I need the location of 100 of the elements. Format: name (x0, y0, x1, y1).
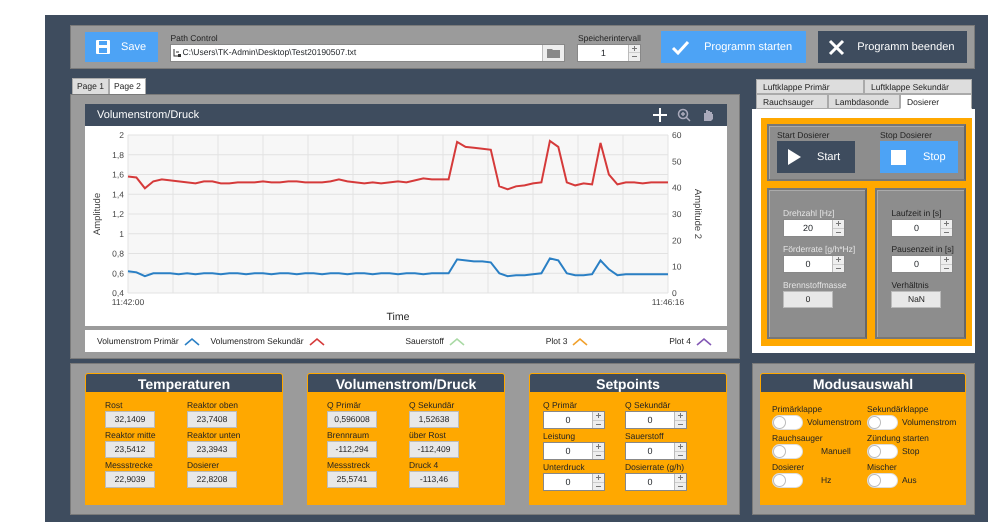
field-label: Q Primär (327, 400, 362, 411)
toggle-switch[interactable] (772, 444, 803, 459)
plus-icon (596, 413, 601, 418)
checkmark-icon (671, 39, 690, 55)
plus-icon (678, 444, 683, 450)
plus-icon (836, 257, 841, 262)
field-label: Rost (105, 400, 124, 411)
value-display: 23,3943 (187, 441, 237, 458)
panel-tab[interactable]: Luftklappe Primär (756, 79, 864, 94)
increment-button[interactable] (941, 220, 952, 228)
increment-button[interactable] (833, 220, 844, 228)
legend-label: Sauerstoff (405, 336, 444, 346)
axis-title: Time (386, 311, 410, 323)
path-field[interactable]: C:\Users\TK-Admin\Desktop\Test20190507.txt (170, 44, 566, 62)
increment-button[interactable] (593, 412, 604, 420)
minus-icon (678, 484, 683, 489)
increment-button[interactable] (675, 412, 686, 420)
tick-label: 0 (672, 288, 677, 298)
toggle-switch[interactable] (867, 444, 898, 459)
field-label: über Rost (409, 430, 447, 441)
legend-label: Plot 4 (669, 336, 691, 346)
increment-button[interactable] (941, 256, 952, 264)
field-label: Q Primär (543, 400, 578, 411)
tick-label: 10 (672, 262, 682, 272)
tick-label: 1,4 (112, 189, 124, 200)
minus-icon (836, 266, 841, 271)
field-label: Q Sekundär (409, 400, 456, 411)
panel-tab[interactable]: Rauchsauger (756, 94, 828, 109)
interval-field[interactable]: 1 (577, 44, 642, 62)
field-label: Verhältnis (891, 280, 930, 291)
switch-state-label: Volumenstrom (902, 417, 956, 428)
tick-label: 0,4 (112, 288, 124, 298)
field-label: Messstreck (327, 460, 371, 471)
increment-button[interactable] (675, 443, 686, 452)
chart-title: Volumenstrom/Druck (97, 108, 200, 123)
minus-icon (678, 452, 683, 458)
value-display: -112,409 (409, 441, 459, 458)
field-label: Stop Dosierer (880, 130, 933, 141)
field-label: Drehzahl [Hz] (783, 208, 836, 219)
value-display: 22,8208 (187, 471, 237, 488)
minus-icon (596, 422, 601, 427)
numeric-field[interactable]: 0 (625, 442, 687, 460)
tick-label: 1,2 (112, 209, 124, 219)
tick-label: 60 (672, 130, 682, 140)
legend-label: Plot 3 (546, 336, 568, 346)
numeric-field[interactable]: 0 (625, 411, 687, 429)
value-display: 0 (783, 291, 833, 308)
plus-icon (944, 257, 950, 262)
increment-button[interactable] (593, 474, 604, 482)
tick-label: 1,6 (112, 170, 124, 180)
panel-tab[interactable]: Luftklappe Sekundär (864, 79, 972, 94)
field-label: Leistung (543, 431, 576, 442)
browse-button[interactable] (542, 44, 564, 60)
numeric-field[interactable]: 0 (783, 255, 845, 273)
page-tab[interactable]: Page 1 (72, 78, 109, 94)
numeric-field[interactable]: 0 (625, 473, 687, 491)
crosshair-icon (653, 108, 667, 122)
numeric-field[interactable]: 0 (543, 442, 605, 460)
toggle-switch[interactable] (772, 473, 803, 488)
panel-tab[interactable]: Lambdasonde (828, 94, 900, 109)
tick-label: 50 (672, 156, 682, 166)
plus-icon (596, 444, 601, 450)
toggle-switch[interactable] (867, 473, 898, 488)
exit-program-button[interactable]: Programm beenden (818, 31, 968, 63)
field-label: Reaktor oben (187, 400, 240, 411)
tick-label: 11:46:16 (652, 297, 684, 307)
field-label: Sauerstoff (625, 431, 665, 442)
value-display: 22,9039 (105, 471, 155, 488)
stop-icon (890, 148, 907, 166)
numeric-field[interactable]: 0 (543, 411, 605, 429)
switch-state-label: Aus (902, 475, 917, 486)
numeric-field[interactable]: 0 (891, 255, 954, 273)
numeric-field[interactable]: 0 (891, 219, 954, 237)
numeric-field[interactable]: 20 (783, 219, 845, 237)
tick-label: 30 (672, 209, 682, 219)
numeric-field[interactable]: 0 (543, 473, 605, 491)
value-display: -112,294 (327, 441, 377, 458)
panel-tab[interactable]: Dosierer (900, 94, 972, 109)
tick-label: 11:42:00 (112, 297, 144, 307)
toggle-switch[interactable] (772, 415, 803, 430)
increment-button[interactable] (593, 443, 604, 452)
increment-button[interactable] (629, 44, 640, 53)
field-label: Reaktor unten (187, 430, 242, 441)
plus-icon (632, 46, 638, 51)
value-display: 23,7408 (187, 411, 237, 428)
plus-icon (678, 413, 683, 418)
start-button[interactable]: Start (777, 141, 855, 173)
save-icon (95, 39, 111, 55)
minus-icon (596, 452, 601, 458)
toggle-switch[interactable] (867, 415, 898, 430)
increment-button[interactable] (675, 474, 686, 482)
page-tab[interactable]: Page 2 (108, 78, 146, 94)
field-label: Dosierer (187, 460, 220, 471)
field-label: Unterdruck (543, 462, 586, 473)
minus-icon (944, 230, 950, 235)
switch-state-label: Volumenstrom (807, 417, 862, 428)
folder-icon (546, 46, 562, 59)
field-label: Messstrecke (105, 460, 154, 471)
increment-button[interactable] (833, 256, 844, 264)
field-label: Brennraum (327, 430, 370, 441)
